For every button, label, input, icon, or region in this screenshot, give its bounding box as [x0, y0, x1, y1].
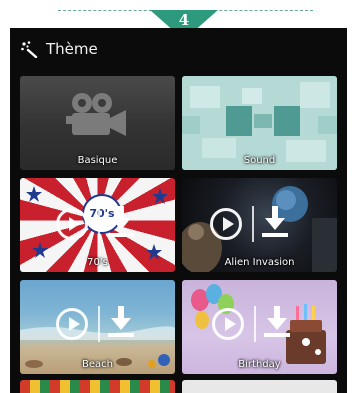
theme-tile-basique[interactable]: Basique — [20, 76, 175, 170]
divider — [98, 206, 100, 242]
play-icon[interactable] — [56, 208, 88, 240]
theme-tile-70s[interactable]: 70's 70's — [20, 178, 175, 272]
download-icon[interactable] — [264, 306, 290, 338]
video-camera-icon — [66, 93, 126, 136]
screen-title: Thème — [46, 40, 98, 58]
theme-label: Beach — [82, 359, 113, 370]
play-icon[interactable] — [56, 308, 88, 340]
download-icon[interactable] — [108, 206, 134, 238]
play-icon[interactable] — [212, 308, 244, 340]
theme-label: Birthday — [238, 359, 281, 370]
theme-tile-sound[interactable]: Sound — [182, 76, 337, 170]
download-icon[interactable] — [262, 206, 288, 238]
theme-label: Basique — [77, 155, 118, 166]
step-number: 4 — [178, 11, 190, 29]
theme-label: 70's — [87, 257, 108, 268]
theme-tile-partial-left[interactable] — [20, 380, 175, 393]
play-icon[interactable] — [210, 208, 242, 240]
divider — [252, 206, 254, 242]
divider — [254, 306, 256, 342]
theme-tile-birthday[interactable]: Birthday — [182, 280, 337, 374]
theme-tile-beach[interactable]: Beach — [20, 280, 175, 374]
download-icon[interactable] — [108, 306, 134, 338]
theme-tile-partial-right[interactable] — [182, 380, 337, 393]
divider — [98, 306, 100, 342]
magic-wand-icon — [21, 41, 38, 58]
theme-tile-alien-invasion[interactable]: Alien Invasion — [182, 178, 337, 272]
theme-label: Alien Invasion — [224, 257, 295, 268]
action-bar: Thème — [10, 28, 347, 68]
phone-screen: Thème Basique Sound 70's 70's Alien Inva… — [10, 28, 347, 393]
theme-label: Sound — [243, 155, 276, 166]
